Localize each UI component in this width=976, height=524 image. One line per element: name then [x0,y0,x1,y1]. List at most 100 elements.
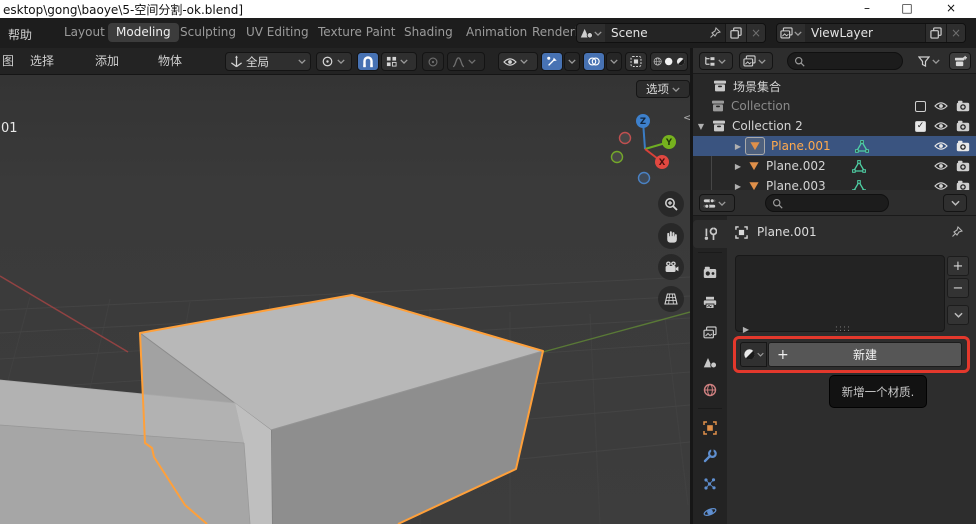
transform-orientation-dropdown[interactable]: 全局 [225,52,311,71]
camera-visibility-icon[interactable] [956,140,970,152]
expand-arrow[interactable]: ▶ [741,325,751,334]
outliner-icon [703,55,716,67]
resize-grip[interactable]: :::: [835,324,851,334]
eye-icon[interactable] [934,161,948,171]
material-slot-list[interactable] [735,255,945,332]
browse-material-button[interactable] [740,342,767,367]
camera-visibility-icon[interactable] [956,160,970,172]
menu-object[interactable]: 物体 [158,53,182,70]
outliner-editor-type-button[interactable] [699,52,733,70]
expand-arrow[interactable]: ▶ [733,142,743,151]
expand-arrow[interactable]: ▼ [696,122,706,131]
window-titlebar: esktop\gong\baoye\5-空间分割-ok.blend] – □ × [0,0,976,18]
overlays-dropdown[interactable] [606,52,622,71]
new-collection-button[interactable] [949,52,971,70]
menu-view[interactable]: 图 [2,53,14,70]
shading-solid-icon[interactable] [664,56,673,67]
outliner-search[interactable] [787,52,903,70]
tab-view-layer[interactable] [693,318,727,346]
tab-world[interactable] [693,376,727,404]
eye-icon[interactable] [934,121,948,131]
eye-icon[interactable] [934,101,948,111]
scene-name[interactable]: Scene [605,26,709,40]
proportional-falloff-dropdown[interactable] [447,52,485,71]
tab-output[interactable] [693,288,727,316]
tab-sculpting[interactable]: Sculpting [172,23,244,42]
tab-tool[interactable] [693,220,727,248]
slot-specials-button[interactable] [947,305,969,325]
pan-hand-button[interactable] [658,223,684,249]
menu-help[interactable]: 帮助 [8,26,32,43]
outliner-row-plane-001[interactable]: ▶ Plane.001 [693,136,976,156]
camera-visibility-icon[interactable] [956,120,970,132]
snap-toggle-button[interactable] [357,52,379,71]
properties-editor-type-button[interactable] [699,194,735,212]
slot-list-footer: ▶ :::: [741,323,945,335]
viewlayer-name[interactable]: ViewLayer [805,26,925,40]
new-scene-button[interactable] [725,24,746,42]
properties-options-button[interactable] [943,194,967,212]
ortho-toggle-button[interactable] [658,286,684,312]
properties-tab-strip [693,216,727,524]
outliner-display-mode-button[interactable] [739,52,773,70]
gizmo-dropdown[interactable] [564,52,580,71]
tab-modifiers[interactable] [693,442,727,470]
viewport-3d[interactable]: 01 [0,75,690,524]
viewport-canvas[interactable] [0,75,690,524]
pin-icon[interactable] [951,226,963,238]
close-button[interactable]: × [936,0,966,17]
pivot-icon [321,55,334,68]
snap-settings-dropdown[interactable] [381,52,417,71]
properties-search[interactable] [765,194,889,212]
eye-icon[interactable] [934,141,948,151]
maximize-button[interactable]: □ [892,0,922,17]
menu-add[interactable]: 添加 [95,53,119,70]
proportional-editing-toggle[interactable] [422,52,444,71]
camera-visibility-icon[interactable] [956,100,970,112]
viewlayer-browse-button[interactable] [777,24,805,42]
camera-view-button[interactable] [658,254,684,280]
new-material-button[interactable]: + 新建 [768,342,962,367]
tab-scene[interactable] [693,348,727,376]
add-slot-button[interactable]: + [947,256,969,276]
outliner-row-collection[interactable]: Collection [693,96,976,116]
menu-select[interactable]: 选择 [30,53,54,70]
pin-icon[interactable] [709,27,721,39]
show-overlays-toggle[interactable] [583,52,605,71]
outliner-row-plane-002[interactable]: ▶ Plane.002 [693,156,976,176]
outliner-row-collection-2[interactable]: ▼ Collection 2 ✓ [693,116,976,136]
new-viewlayer-button[interactable] [925,24,946,42]
tab-render[interactable] [693,258,727,286]
tab-layout[interactable]: Layout [56,23,113,42]
tab-particles[interactable] [693,470,727,498]
outliner-search-input[interactable] [809,54,896,68]
zoom-button[interactable] [658,191,684,217]
scene-browse-button[interactable] [577,24,605,42]
collection-checkbox[interactable]: ✓ [915,121,926,132]
tab-shading[interactable]: Shading [396,23,461,42]
tab-texture-paint[interactable]: Texture Paint [310,23,403,42]
delete-viewlayer-button[interactable]: × [946,24,965,42]
gizmo-arrow-icon [546,55,558,68]
tab-modeling[interactable]: Modeling [108,23,179,42]
minimize-button[interactable]: – [852,0,882,17]
tab-uv-editing[interactable]: UV Editing [238,23,317,42]
shading-material-icon[interactable] [676,56,685,67]
pivot-point-dropdown[interactable] [316,52,352,71]
shading-wireframe-icon[interactable] [653,56,662,67]
outliner-row-scene-collection[interactable]: 场景集合 [693,76,976,96]
options-button[interactable]: 选项 [636,80,690,98]
properties-search-input[interactable] [787,196,882,210]
visibility-dropdown[interactable] [498,52,538,71]
delete-scene-button[interactable]: × [746,24,765,42]
tab-physics[interactable] [693,498,727,524]
show-gizmo-toggle[interactable] [541,52,563,71]
expand-arrow[interactable]: ▶ [733,162,743,171]
xray-toggle[interactable] [625,52,647,71]
tab-object[interactable] [693,414,727,442]
navigation-gizmo[interactable]: Z Y X [605,105,690,190]
outliner-filter-button[interactable] [915,52,945,70]
collection-checkbox[interactable] [915,101,926,112]
remove-slot-button[interactable]: − [947,278,969,298]
breadcrumb-object-name[interactable]: Plane.001 [757,225,817,239]
